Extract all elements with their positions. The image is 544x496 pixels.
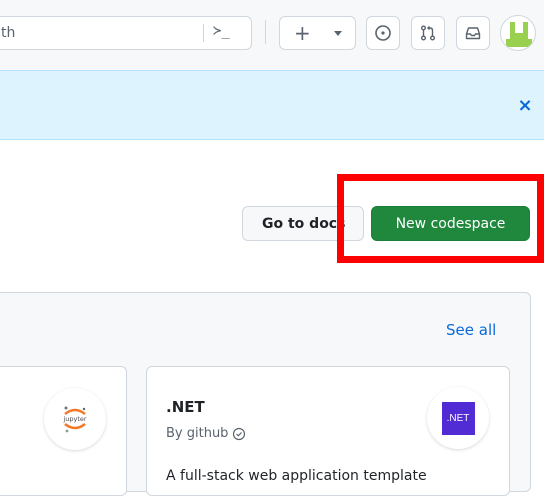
jupyter-logo-text: jupyter xyxy=(62,415,86,423)
jupyter-logo: jupyter xyxy=(44,388,106,450)
inbox-icon xyxy=(465,27,481,40)
chevron-down-icon xyxy=(334,31,342,36)
verified-icon xyxy=(233,427,246,440)
template-title: .NET xyxy=(166,398,205,416)
inbox-button[interactable] xyxy=(456,16,490,50)
search-input[interactable]: th ≻_ xyxy=(0,16,252,50)
search-divider xyxy=(203,24,204,42)
template-author: By github xyxy=(166,426,246,441)
command-palette-icon[interactable]: ≻_ xyxy=(213,23,230,39)
create-new-button[interactable]: + xyxy=(279,16,356,50)
dotnet-logo-text: .NET xyxy=(441,401,475,435)
close-icon[interactable]: × xyxy=(512,92,538,118)
search-input-text: th xyxy=(1,25,16,41)
issues-button[interactable] xyxy=(366,16,400,50)
dotnet-logo: .NET xyxy=(427,387,489,449)
pull-requests-button[interactable] xyxy=(411,16,445,50)
avatar[interactable] xyxy=(500,15,536,51)
issue-opened-icon xyxy=(375,25,391,41)
template-author-label: By github xyxy=(166,426,229,441)
header-divider xyxy=(265,20,266,44)
highlight-box xyxy=(337,174,544,263)
plus-icon: + xyxy=(294,21,311,45)
template-description: A full-stack web application template xyxy=(166,468,427,484)
info-banner xyxy=(0,70,544,140)
see-all-link[interactable]: See all xyxy=(446,321,496,339)
git-pull-request-icon xyxy=(421,25,435,41)
jupyter-icon: jupyter xyxy=(62,406,87,433)
